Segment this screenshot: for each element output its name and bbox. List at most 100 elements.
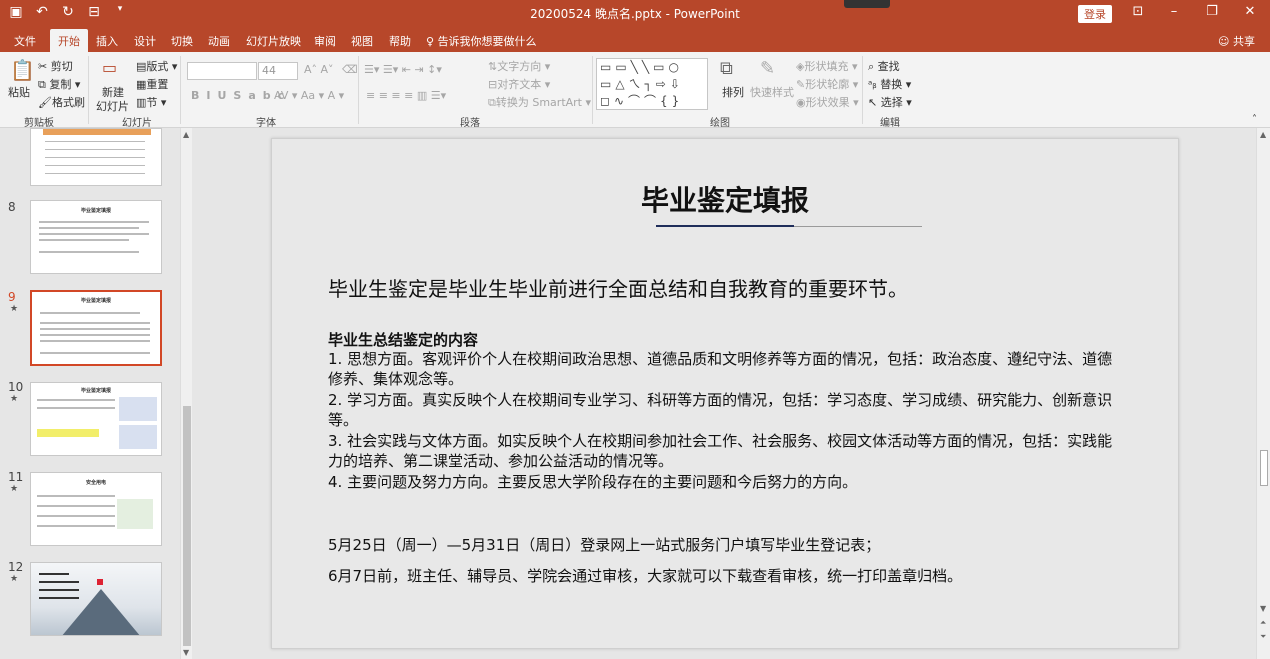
font-size-input[interactable]: 44 (258, 62, 298, 80)
scroll-up-icon[interactable]: ▲ (1260, 130, 1266, 139)
thumb-title: 毕业鉴定填报 (80, 388, 111, 394)
separator (592, 56, 593, 124)
layout-button[interactable]: ▤版式 ▾ (136, 58, 177, 74)
collapse-ribbon-icon[interactable]: ˄ (1252, 114, 1257, 125)
scroll-up-icon[interactable]: ▲ (183, 130, 189, 139)
slide-thumbnail-11[interactable]: 安全用电 (30, 472, 162, 546)
select-button[interactable]: ↖ 选择 ▾ (868, 94, 912, 110)
paste-icon[interactable]: 📋 (10, 58, 35, 82)
quick-styles-button[interactable]: 快速样式 (750, 84, 794, 100)
slide-thumbnail-12[interactable] (30, 562, 162, 636)
login-button[interactable]: 登录 (1078, 5, 1112, 23)
new-slide-button-line2[interactable]: 幻灯片 (96, 98, 129, 114)
slide-lead-text[interactable]: 毕业生鉴定是毕业生毕业前进行全面总结和自我教育的重要环节。 (328, 273, 908, 302)
paste-button[interactable]: 粘贴 (8, 84, 30, 100)
char-spacing-icon[interactable]: AV ▾ Aa ▾ A ▾ (274, 89, 344, 102)
section-icon: ▥ (136, 96, 147, 109)
thumbnail-scrollbar[interactable]: ▲ ▼ (180, 128, 192, 659)
slide-thumbnail-10[interactable]: 毕业鉴定填报 (30, 382, 162, 456)
minimize-icon[interactable]: – (1164, 4, 1184, 19)
find-button[interactable]: ⌕ 查找 (868, 58, 900, 74)
maximize-icon[interactable]: ❐ (1202, 4, 1222, 19)
section-heading[interactable]: 毕业生总结鉴定的内容 (328, 329, 478, 350)
content-item-3[interactable]: 3. 社会实践与文体方面。如实反映个人在校期间参加社会工作、社会服务、校园文体活… (328, 431, 1118, 471)
next-slide-icon[interactable]: ⏷ (1260, 632, 1266, 642)
thumb-title: 毕业鉴定填报 (80, 208, 111, 214)
format-painter-button[interactable]: 🖌格式刷 (38, 94, 85, 110)
reset-button[interactable]: ▦重置 (136, 76, 168, 92)
format-painter-label: 格式刷 (51, 96, 85, 109)
thumb-number: 12 (8, 560, 24, 574)
title-bar: ▣ ↶ ↻ ⊟ ▾ 20200524 晚点名.pptx - PowerPoint… (0, 0, 1270, 26)
schedule-note-2[interactable]: 6月7日前，班主任、辅导员、学院会通过审核，大家就可以下载查看审核，统一打印盖章… (328, 565, 962, 586)
cut-button[interactable]: ✂ 剪切 (38, 58, 73, 74)
text-direction-button[interactable]: ⇅文字方向 ▾ (488, 58, 550, 74)
slide-thumbnail-7[interactable] (30, 128, 162, 186)
arrange-icon[interactable]: ⧉ (720, 58, 733, 79)
smartart-button[interactable]: ⧉转换为 SmartArt ▾ (488, 94, 591, 110)
tab-insert[interactable]: 插入 (96, 33, 118, 49)
replace-button[interactable]: ᵃᵦ 替换 ▾ (868, 76, 911, 92)
ribbon-tabs: 文件 开始 插入 设计 切换 动画 幻灯片放映 审阅 视图 帮助 ♀ 告诉我你想… (0, 26, 1270, 55)
tab-design[interactable]: 设计 (134, 33, 156, 49)
drawing-group-label: 绘图 (710, 118, 730, 129)
scroll-down-icon[interactable]: ▼ (1260, 604, 1266, 613)
separator (180, 56, 181, 124)
shape-outline-button[interactable]: ✎形状轮廓 ▾ (796, 76, 858, 92)
content-item-1[interactable]: 1. 思想方面。客观评价个人在校期间政治思想、道德品质和文明修养等方面的情况，包… (328, 349, 1118, 389)
animation-star-icon: ★ (10, 394, 19, 404)
tab-slideshow[interactable]: 幻灯片放映 (246, 33, 301, 49)
clear-formatting-icon[interactable]: ⌫ (342, 63, 358, 76)
scroll-down-icon[interactable]: ▼ (183, 648, 189, 657)
shapes-gallery[interactable]: ▭▭╲╲▭○ ▭△ㄟ┐⇨⇩ ◻∿⌒⌒{} (596, 58, 708, 110)
close-icon[interactable]: ✕ (1240, 4, 1260, 19)
tell-me-search[interactable]: ♀ 告诉我你想要做什么 (426, 33, 537, 49)
share-button[interactable]: ☺ 共享 (1218, 33, 1255, 49)
lightbulb-icon: ♀ (426, 35, 438, 48)
tab-view[interactable]: 视图 (351, 33, 373, 49)
title-underline (656, 225, 794, 227)
thumb-line (40, 340, 150, 342)
slide-scrollbar-thumb[interactable] (1260, 450, 1268, 486)
font-name-input[interactable] (187, 62, 257, 80)
layout-label: 版式 (146, 60, 169, 73)
content-item-4[interactable]: 4. 主要问题及努力方向。主要反思大学阶段存在的主要问题和今后努力的方向。 (328, 472, 1118, 492)
tab-help[interactable]: 帮助 (389, 33, 411, 49)
tab-file[interactable]: 文件 (14, 33, 36, 49)
ribbon-display-options-icon[interactable]: ⊡ (1128, 4, 1148, 19)
clipboard-group-label: 剪贴板 (24, 118, 54, 129)
slide-thumbnail-8[interactable]: 毕业鉴定填报 (30, 200, 162, 274)
slide-scrollbar[interactable]: ▲ ▼ ⏶ ⏷ (1256, 128, 1270, 659)
text-direction-label: 文字方向 (497, 60, 542, 73)
current-slide[interactable]: 毕业鉴定填报 毕业生鉴定是毕业生毕业前进行全面总结和自我教育的重要环节。 毕业生… (271, 138, 1179, 649)
previous-slide-icon[interactable]: ⏶ (1260, 618, 1266, 628)
slide-thumbnail-9[interactable]: 毕业鉴定填报 (30, 290, 162, 366)
tell-me-text: 告诉我你想要做什么 (437, 35, 537, 48)
tab-animations[interactable]: 动画 (208, 33, 230, 49)
bullets-icon[interactable]: ☰▾ ☰▾ ⇤ ⇥ ↕▾ (364, 63, 442, 76)
thumb-line (39, 581, 79, 583)
shape-effects-button[interactable]: ◉形状效果 ▾ (796, 94, 859, 110)
thumb-line (40, 328, 150, 330)
effects-icon: ◉ (796, 96, 806, 109)
new-slide-icon[interactable]: ▭ (102, 58, 117, 77)
slide-title[interactable]: 毕业鉴定填报 (272, 179, 1178, 219)
shape-fill-button[interactable]: ◈形状填充 ▾ (796, 58, 858, 74)
copy-button[interactable]: ⧉ 复制 ▾ (38, 76, 80, 92)
thumb-line (45, 173, 145, 174)
align-icons[interactable]: ≡ ≡ ≡ ≡ ▥ ☰▾ (366, 89, 446, 102)
quick-styles-icon[interactable]: ✎ (760, 58, 775, 79)
schedule-note-1[interactable]: 5月25日（周一）—5月31日（周日）登录网上一站式服务门户填写毕业生登记表； (328, 534, 880, 555)
align-text-button[interactable]: ⊟对齐文本 ▾ (488, 76, 550, 92)
tab-review[interactable]: 审阅 (314, 33, 336, 49)
section-button[interactable]: ▥节 ▾ (136, 94, 166, 110)
thumb-line (37, 505, 115, 507)
tab-transitions[interactable]: 切换 (171, 33, 193, 49)
thumbnail-scrollbar-thumb[interactable] (183, 406, 191, 646)
grow-font-icon[interactable]: A˄ A˅ (304, 63, 334, 76)
separator (358, 56, 359, 124)
thumb-number: 9 (8, 290, 16, 304)
thumb-line (39, 597, 79, 599)
arrange-button[interactable]: 排列 (722, 84, 744, 100)
content-item-2[interactable]: 2. 学习方面。真实反映个人在校期间专业学习、科研等方面的情况，包括：学习态度、… (328, 390, 1118, 430)
